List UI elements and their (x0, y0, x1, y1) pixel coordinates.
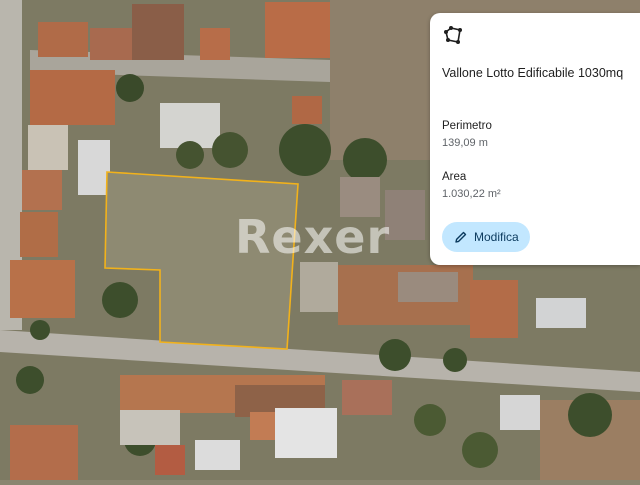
edit-button-label: Modifica (474, 230, 519, 244)
measurement-panel: Vallone Lotto Edificabile 1030mq Perimet… (430, 13, 640, 265)
perimeter-value: 139,09 m (442, 137, 488, 149)
polygon-icon (444, 26, 462, 44)
area-label: Area (442, 171, 467, 183)
shape-title: Vallone Lotto Edificabile 1030mq (442, 66, 624, 80)
area-value: 1.030,22 m² (442, 188, 501, 200)
edit-button[interactable]: Modifica (442, 222, 530, 252)
pencil-icon (455, 231, 467, 243)
perimeter-label: Perimetro (442, 120, 492, 132)
watermark: Rexer (235, 210, 391, 264)
